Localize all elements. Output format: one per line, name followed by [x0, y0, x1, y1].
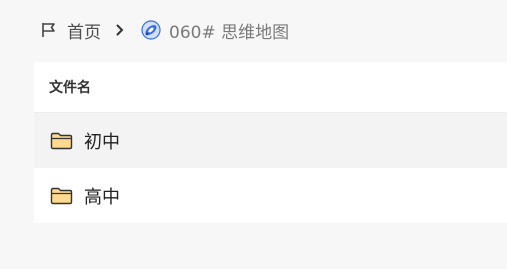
breadcrumb-current-label: 060# 思维地图: [169, 22, 290, 43]
file-list-panel: 文件名 初中 高中: [34, 62, 507, 223]
row-filename: 高中: [84, 186, 120, 208]
folder-icon: [50, 187, 73, 205]
column-header-filename[interactable]: 文件名: [34, 62, 507, 113]
folder-icon: [50, 132, 73, 150]
breadcrumb-home-label: 首页: [67, 22, 101, 43]
breadcrumb: 首页 060# 思维地图: [40, 17, 289, 43]
table-row[interactable]: 高中: [34, 168, 507, 223]
breadcrumb-home[interactable]: 首页: [40, 18, 101, 43]
flag-icon: [40, 21, 58, 39]
chevron-right-icon: [115, 24, 125, 36]
mindmap-icon: [141, 20, 161, 40]
breadcrumb-current[interactable]: 060# 思维地图: [141, 18, 289, 43]
table-row[interactable]: 初中: [34, 113, 507, 168]
row-filename: 初中: [84, 131, 120, 153]
